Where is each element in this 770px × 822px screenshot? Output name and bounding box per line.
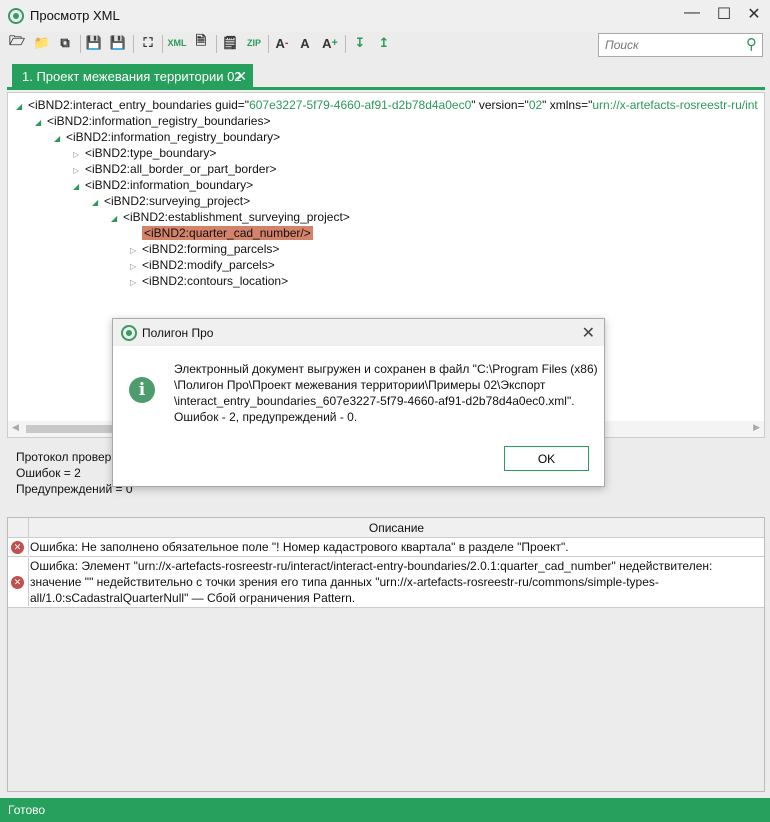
node-text: " version=": [471, 98, 529, 112]
zip-icon[interactable]: ZIP: [244, 32, 264, 54]
font-increase-icon[interactable]: A +: [320, 32, 340, 54]
tree-node[interactable]: ◢ <iBND2:information_boundary>: [73, 177, 253, 193]
tree-node[interactable]: ▷ <iBND2:all_border_or_part_border>: [73, 161, 276, 177]
node-tag: <iBND2:quarter_cad_number/>: [142, 226, 313, 240]
fit-icon[interactable]: ⛶: [138, 32, 158, 54]
target-logo-icon: [121, 325, 137, 341]
minimize-button[interactable]: —: [678, 4, 706, 26]
font-reset-icon[interactable]: A: [295, 32, 315, 54]
tree-node[interactable]: ▷ <iBND2:forming_parcels>: [130, 241, 279, 257]
collapsed-icon[interactable]: ▷: [130, 275, 142, 291]
notes-icon[interactable]: 🗒: [220, 32, 240, 54]
table-header: Описание: [8, 518, 764, 538]
table-row[interactable]: ✕ Ошибка: Элемент "urn://x-artefacts-ros…: [8, 557, 764, 608]
node-tag: <iBND2:establishment_surveying_project>: [123, 210, 350, 224]
message-dialog: Полигон Про ✕ i Электронный документ выг…: [112, 318, 605, 487]
node-tag: <iBND2:surveying_project>: [104, 194, 251, 208]
node-tag: <iBND2:information_registry_boundaries>: [47, 114, 271, 128]
tree-node[interactable]: ▷ <iBND2:contours_location>: [130, 273, 288, 289]
ok-button[interactable]: OK: [504, 446, 589, 471]
separator: [80, 35, 81, 53]
dialog-title-bar: Полигон Про ✕: [113, 319, 604, 346]
separator: [345, 35, 346, 53]
node-tag: <iBND2:information_boundary>: [85, 178, 254, 192]
tree-node[interactable]: ▷ <iBND2:modify_parcels>: [130, 257, 275, 273]
attr-version: 02: [528, 98, 543, 112]
node-tag: <iBND2:all_border_or_part_border>: [85, 162, 277, 176]
expanded-icon[interactable]: ◢: [92, 195, 104, 211]
tree-node-root[interactable]: ◢ <iBND2:interact_entry_boundaries guid="…: [16, 97, 758, 113]
sign-icon[interactable]: 🗎: [191, 32, 211, 54]
expanded-icon[interactable]: ◢: [111, 211, 123, 227]
expanded-icon[interactable]: ◢: [54, 131, 66, 147]
message-line: Электронный документ выгружен и сохранен…: [174, 362, 598, 376]
tree-node[interactable]: ▷ <iBND2:type_boundary>: [73, 145, 216, 161]
font-decrease-icon[interactable]: A-: [272, 32, 292, 54]
error-icon: ✕: [11, 541, 24, 554]
expand-all-icon[interactable]: ↧: [350, 32, 370, 54]
node-tag: <iBND2:interact_entry_boundaries guid=": [28, 98, 250, 112]
tree-node[interactable]: ◢ <iBND2:surveying_project>: [92, 193, 250, 209]
title-bar: Просмотр XML — ☐ ✕: [0, 0, 770, 32]
table-row[interactable]: ✕ Ошибка: Не заполнено обязательное поле…: [8, 538, 764, 557]
row-description: Ошибка: Элемент "urn://x-artefacts-rosre…: [28, 558, 760, 606]
dialog-message: Электронный документ выгружен и сохранен…: [174, 361, 599, 425]
maximize-button[interactable]: ☐: [710, 4, 738, 26]
target-logo-icon: [8, 8, 24, 24]
save-xml-icon[interactable]: 💾: [84, 32, 104, 54]
dialog-title: Полигон Про: [142, 326, 214, 340]
dialog-close-button[interactable]: ✕: [582, 323, 595, 343]
errors-table: Описание ✕ Ошибка: Не заполнено обязател…: [7, 517, 765, 792]
message-line: \Полигон Про\Проект межевания территории…: [174, 378, 546, 392]
close-tab-icon[interactable]: ✕: [235, 68, 247, 85]
attr-guid: 607e3227-5f79-4660-af91-d2b78d4a0ec0: [249, 98, 472, 112]
column-description[interactable]: Описание: [28, 518, 764, 538]
tree-node[interactable]: ◢ <iBND2:information_registry_boundary>: [54, 129, 280, 145]
toolbar: 🗁 📁 ⧉ 💾 💾 ⛶ XML 🗎 🗒 ZIP A- A A + ↧ ↥: [0, 32, 590, 60]
message-line: \interact_entry_boundaries_607e3227-5f79…: [174, 394, 575, 408]
separator: [268, 35, 269, 53]
node-tag: <iBND2:forming_parcels>: [142, 242, 280, 256]
row-description: Ошибка: Не заполнено обязательное поле "…: [28, 539, 760, 555]
expanded-icon[interactable]: ◢: [73, 179, 85, 195]
search-input[interactable]: [599, 34, 734, 56]
tab-project[interactable]: 1. Проект межевания территории 02 ✕: [12, 64, 253, 90]
expanded-icon[interactable]: ◢: [16, 99, 28, 115]
status-bar: Готово: [0, 798, 770, 822]
folder-icon[interactable]: 📁: [32, 32, 52, 54]
separator: [133, 35, 134, 53]
tab-label: 1. Проект межевания территории 02: [22, 69, 242, 84]
tab-bar: 1. Проект межевания территории 02 ✕: [7, 62, 765, 90]
info-icon: i: [129, 377, 155, 403]
node-text: " xmlns=": [542, 98, 593, 112]
search-icon[interactable]: ⚲: [746, 35, 757, 53]
tree-node[interactable]: <iBND2:quarter_cad_number/>: [130, 225, 313, 241]
search-box: ⚲: [598, 33, 763, 57]
node-tag: <iBND2:information_registry_boundary>: [66, 130, 281, 144]
open-icon[interactable]: 🗁: [7, 32, 27, 54]
separator: [216, 35, 217, 53]
message-line: Ошибок - 2, предупреждений - 0.: [174, 410, 358, 424]
copy-icon[interactable]: ⧉: [55, 32, 75, 54]
tree-node[interactable]: ◢ <iBND2:information_registry_boundaries>: [35, 113, 270, 129]
expanded-icon[interactable]: ◢: [35, 115, 47, 131]
separator: [162, 35, 163, 53]
validate-xml-icon[interactable]: XML: [167, 32, 187, 54]
scroll-right-icon[interactable]: ▶: [753, 422, 760, 433]
error-icon: ✕: [11, 576, 24, 589]
node-tag: <iBND2:modify_parcels>: [142, 258, 275, 272]
node-tag: <iBND2:contours_location>: [142, 274, 289, 288]
close-button[interactable]: ✕: [740, 4, 768, 26]
scroll-left-icon[interactable]: ◀: [12, 422, 19, 433]
node-tag: <iBND2:type_boundary>: [85, 146, 217, 160]
save-as-icon[interactable]: 💾: [108, 32, 128, 54]
window-title: Просмотр XML: [30, 8, 120, 23]
attr-xmlns: urn://x-artefacts-rosreestr-ru/int: [592, 98, 758, 112]
tree-node[interactable]: ◢ <iBND2:establishment_surveying_project>: [111, 209, 350, 225]
collapse-all-icon[interactable]: ↥: [374, 32, 394, 54]
